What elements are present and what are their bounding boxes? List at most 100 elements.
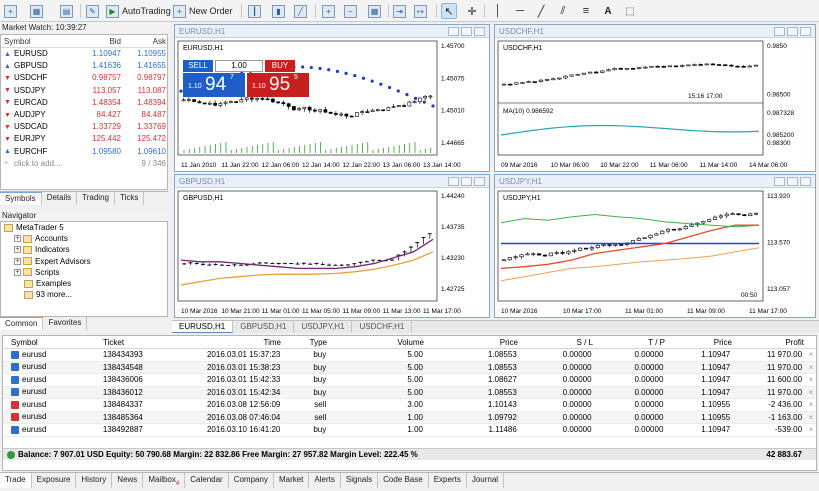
terminal-tab-market[interactable]: Market [274, 473, 310, 488]
table-row[interactable]: eurusd 138436012 2016.03.01 15:42:34 buy 5.0… [3, 386, 816, 399]
bar-chart-icon[interactable]: ┃ [248, 3, 264, 19]
navigator-item[interactable]: 93 more... [1, 289, 167, 300]
table-row[interactable]: eurusd 138484337 2016.03.08 12:56:09 sell 3.… [3, 399, 816, 412]
table-row[interactable]: eurusd 138436006 2016.03.01 15:42:33 buy 5.0… [3, 374, 816, 387]
cursor-icon[interactable]: ↖ [441, 3, 457, 19]
column-profit[interactable]: Profit [732, 336, 808, 348]
market-watch-row[interactable]: ▼ EURCAD 1.48354 1.48394 [1, 97, 167, 109]
column-tp[interactable]: T / P [593, 336, 665, 348]
terminal-tab-code-base[interactable]: Code Base [378, 473, 429, 488]
shapes-icon[interactable]: ⬚ [622, 3, 638, 19]
tab-symbols[interactable]: Symbols [0, 192, 42, 205]
market-watch-row[interactable]: ▼ USDCHF 0.98757 0.98797 [1, 72, 167, 84]
chart-tab-usdchf[interactable]: USDCHF,H1 [352, 321, 413, 333]
terminal-tab-calendar[interactable]: Calendar [185, 473, 229, 488]
market-watch-row[interactable]: ▼ USDCAD 1.33729 1.33769 [1, 121, 167, 133]
crosshair-icon[interactable]: ✛ [464, 3, 480, 19]
chart-window-usdjpy[interactable]: USDJPY,H1 USDJPY,H1 113.920 113.570 113.057… [494, 174, 816, 318]
market-watch-icon[interactable]: ▤ [60, 3, 76, 19]
expand-icon[interactable]: + [14, 246, 21, 254]
autotrading-button[interactable]: ▶ AutoTrading [106, 3, 171, 19]
tab-favorites[interactable]: Favorites [43, 317, 88, 330]
chart-window-usdchf[interactable]: USDCHF,H1 USDCHF,H1 0.9850 0.98500 0.98300 0… [494, 24, 816, 172]
fibonacci-icon[interactable]: ≡ [578, 3, 594, 19]
close-icon[interactable]: × [806, 374, 816, 386]
candlestick-icon[interactable]: ▮ [272, 3, 288, 19]
sell-button[interactable]: SELL [183, 60, 213, 72]
market-watch-row[interactable]: ▼ AUDJPY 84.427 84.487 [1, 109, 167, 121]
close-icon[interactable]: × [806, 412, 816, 424]
tab-common[interactable]: Common [0, 317, 44, 330]
tab-ticks[interactable]: Ticks [115, 192, 145, 205]
zoom-in-icon[interactable]: + [322, 3, 338, 19]
profiles-icon[interactable]: ▦ [30, 3, 46, 19]
expand-icon[interactable]: + [14, 268, 21, 276]
line-chart-icon[interactable]: ╱ [294, 3, 310, 19]
terminal-tab-experts[interactable]: Experts [429, 473, 467, 488]
buy-price-box[interactable]: 1.10 95 5 [247, 73, 309, 97]
chart-tab-eurusd[interactable]: EURUSD,H1 [172, 321, 234, 333]
terminal-tab-company[interactable]: Company [229, 473, 274, 488]
navigator-item[interactable]: Examples [1, 278, 167, 289]
tab-trading[interactable]: Trading [77, 192, 115, 205]
expand-icon[interactable]: + [14, 235, 21, 243]
table-row[interactable]: eurusd 138492887 2016.03.10 16:41:20 buy 1.0… [3, 424, 816, 437]
add-symbol-row[interactable]: + click to add... 9 / 346 [1, 158, 167, 170]
column-symbol[interactable]: Symbol [3, 336, 81, 348]
volume-input[interactable]: 1.00 [215, 60, 263, 72]
terminal-tab-trade[interactable]: Trade [0, 473, 32, 488]
column-bid[interactable]: Bid [71, 35, 121, 47]
column-type[interactable]: Type [281, 336, 327, 348]
trendline-icon[interactable]: ╱ [533, 3, 549, 19]
column-volume[interactable]: Volume [327, 336, 424, 348]
terminal-tab-news[interactable]: News [112, 473, 144, 488]
market-watch-row[interactable]: ▲ EURUSD 1.10947 1.10955 [1, 48, 167, 60]
tile-windows-icon[interactable]: ▦ [368, 3, 384, 19]
terminal-tab-mailbox[interactable]: Mailbox4 [143, 473, 186, 488]
navigator-item[interactable]: + Expert Advisors [1, 256, 167, 267]
horizontal-line-icon[interactable]: ─ [512, 3, 528, 19]
close-icon[interactable]: × [806, 399, 816, 411]
zoom-out-icon[interactable]: − [344, 3, 360, 19]
close-icon[interactable]: × [806, 424, 816, 436]
market-watch-row[interactable]: ▼ USDJPY 113.057 113.087 [1, 85, 167, 97]
navigator-item[interactable]: + Accounts [1, 233, 167, 244]
column-current-price[interactable]: Price [665, 336, 732, 348]
terminal-tab-exposure[interactable]: Exposure [32, 473, 77, 488]
column-symbol[interactable]: Symbol [1, 35, 71, 47]
scroll-end-icon[interactable]: ⇥ [393, 3, 409, 19]
close-icon[interactable]: × [806, 362, 816, 374]
close-icon[interactable]: × [806, 349, 816, 361]
navigator-item[interactable]: + Scripts [1, 267, 167, 278]
market-watch-row[interactable]: ▲ EURCHF 1.09580 1.09610 [1, 146, 167, 158]
terminal-tab-signals[interactable]: Signals [341, 473, 379, 488]
chart-shift-icon[interactable]: ↦ [414, 3, 430, 19]
column-ticket[interactable]: Ticket [81, 336, 153, 348]
channel-icon[interactable]: ⫽ [555, 3, 571, 19]
vertical-line-icon[interactable]: │ [490, 3, 506, 19]
terminal-tab-alerts[interactable]: Alerts [309, 473, 341, 488]
navigator-item[interactable]: MetaTrader 5 [1, 222, 167, 233]
column-sl[interactable]: S / L [518, 336, 593, 348]
expand-icon[interactable]: + [14, 257, 21, 265]
close-icon[interactable]: × [806, 387, 816, 399]
table-row[interactable]: eurusd 138434393 2016.03.01 15:37:23 buy 5.0… [3, 349, 816, 362]
navigator-item[interactable]: + Indicators [1, 244, 167, 255]
sell-price-box[interactable]: 1.10 94 7 [183, 73, 245, 97]
tab-details[interactable]: Details [42, 192, 78, 205]
new-chart-icon[interactable]: + [4, 3, 20, 19]
column-time[interactable]: Time [153, 336, 281, 348]
terminal-tab-journal[interactable]: Journal [467, 473, 505, 488]
market-watch-row[interactable]: ▼ EURJPY 125.442 125.472 [1, 133, 167, 145]
table-row[interactable]: eurusd 138434548 2016.03.01 15:38:23 buy 5.0… [3, 361, 816, 374]
market-watch-row[interactable]: ▲ GBPUSD 1.41636 1.41655 [1, 60, 167, 72]
metaeditor-icon[interactable]: ✎ [86, 3, 102, 19]
column-ask[interactable]: Ask [121, 35, 166, 47]
chart-tab-gbpusd[interactable]: GBPUSD,H1 [233, 321, 295, 333]
table-row[interactable]: eurusd 138485364 2016.03.08 07:46:04 sell 1.… [3, 411, 816, 424]
buy-button[interactable]: BUY [265, 60, 295, 72]
column-price[interactable]: Price [424, 336, 518, 348]
chart-window-gbpusd[interactable]: GBPUSD,H1 GBPUSD,H1 1.44240 1.43735 1.43230… [174, 174, 490, 318]
text-icon[interactable]: A [600, 3, 616, 19]
terminal-tab-history[interactable]: History [76, 473, 113, 488]
